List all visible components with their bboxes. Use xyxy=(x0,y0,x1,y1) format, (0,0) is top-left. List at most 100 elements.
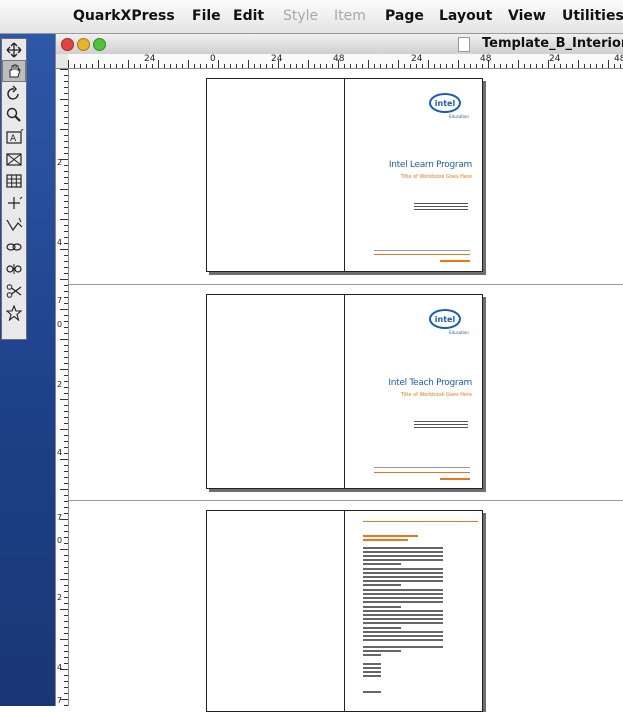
pasteboard[interactable]: intel Education Intel Learn Program Titl… xyxy=(69,69,623,712)
ruler-label: 48 xyxy=(614,54,623,64)
logo-tag: Education xyxy=(449,330,469,335)
star-tool[interactable] xyxy=(3,303,25,323)
right-page[interactable]: intel Education Intel Learn Program Titl… xyxy=(344,78,483,272)
zoom-button[interactable] xyxy=(93,38,106,51)
window-title: Template_B_Interior_A xyxy=(482,36,623,51)
greeked-text-line xyxy=(363,610,443,612)
text-box-tool[interactable]: A xyxy=(3,127,25,147)
ruler-label: 48 xyxy=(480,54,492,64)
menu-layout[interactable]: Layout xyxy=(439,8,492,24)
menu-bar: QuarkXPress File Edit Style Item Page La… xyxy=(0,0,623,34)
ruler-label: 4 xyxy=(57,663,63,672)
ruler-label: 7 xyxy=(57,296,63,305)
workbook-subtitle: Title of Workbook Goes Here xyxy=(400,392,472,398)
greeked-text-line xyxy=(363,551,443,553)
greeked-text-line xyxy=(363,646,443,648)
link-tool[interactable] xyxy=(3,237,25,257)
greeked-text-line xyxy=(363,618,443,620)
menu-edit[interactable]: Edit xyxy=(233,8,264,24)
program-title: Intel Teach Program xyxy=(388,378,472,388)
horizontal-ruler[interactable]: 24 0 24 48 24 48 24 48 xyxy=(68,54,623,69)
picture-box-icon xyxy=(6,153,22,166)
logo-tag: Education xyxy=(449,114,469,119)
greeked-text-line xyxy=(363,606,401,608)
greeked-text-line xyxy=(363,667,381,669)
greeked-text-line xyxy=(363,589,443,591)
greeked-text-line xyxy=(363,631,443,633)
close-button[interactable] xyxy=(61,38,74,51)
table-tool[interactable] xyxy=(3,171,25,191)
intel-logo: intel xyxy=(429,93,461,113)
unlink-tool[interactable] xyxy=(3,259,25,279)
ruler-label: 0 xyxy=(57,536,63,545)
link-icon xyxy=(6,243,22,251)
greeked-text-line xyxy=(363,635,443,637)
left-page[interactable] xyxy=(206,78,345,272)
intel-logo: intel xyxy=(429,309,461,329)
heading-line xyxy=(363,539,408,541)
star-icon xyxy=(6,305,22,321)
menu-page[interactable]: Page xyxy=(385,8,424,24)
ruler-label: 24 xyxy=(271,54,283,64)
ruler-label: 0 xyxy=(210,54,216,64)
greeked-text-line xyxy=(363,614,443,616)
document-icon xyxy=(458,37,470,52)
content-tool[interactable] xyxy=(2,60,26,82)
vertical-ruler[interactable]: 2 4 7 0 2 4 7 0 2 4 7 xyxy=(56,69,69,706)
unlink-icon xyxy=(6,264,22,274)
footer-rule xyxy=(374,467,470,468)
right-page[interactable] xyxy=(344,510,483,712)
magnifier-icon xyxy=(6,107,21,122)
ruler-label: 4 xyxy=(57,448,63,457)
greeked-text-line xyxy=(363,547,443,549)
rotation-tool[interactable] xyxy=(3,83,25,103)
footer-tag xyxy=(440,260,470,262)
zoom-tool[interactable] xyxy=(3,105,25,125)
greeked-text-line xyxy=(363,601,443,603)
ruler-label: 2 xyxy=(57,380,63,389)
menu-file[interactable]: File xyxy=(192,8,221,24)
picture-box-tool[interactable] xyxy=(3,149,25,169)
menu-quarkxpress[interactable]: QuarkXPress xyxy=(73,8,175,24)
workbook-subtitle: Title of Workbook Goes Here xyxy=(400,174,472,180)
ruler-label: 2 xyxy=(57,158,63,167)
text-box-icon: A xyxy=(6,129,24,144)
ruler-label: 4 xyxy=(57,238,63,247)
minimize-button[interactable] xyxy=(77,38,90,51)
greeked-text-line xyxy=(363,597,443,599)
bezier-tool[interactable] xyxy=(3,215,25,235)
footer-orange-rule xyxy=(374,254,470,255)
ruler-label: 2 xyxy=(57,593,63,602)
left-page[interactable] xyxy=(206,510,345,712)
svg-text:A: A xyxy=(10,134,17,144)
greeked-text-line xyxy=(363,593,443,595)
left-page[interactable] xyxy=(206,294,345,489)
greeked-text-line xyxy=(363,584,401,586)
ruler-label: 24 xyxy=(144,54,156,64)
header-orange-rule xyxy=(363,521,478,522)
scissors-tool[interactable] xyxy=(3,281,25,301)
menu-style[interactable]: Style xyxy=(283,8,318,24)
footer-orange-rule xyxy=(374,472,470,473)
line-tool[interactable] xyxy=(3,193,25,213)
greeked-text-line xyxy=(363,691,381,693)
menu-utilities[interactable]: Utilities xyxy=(562,8,623,24)
logo-text: intel xyxy=(434,99,456,108)
text-line xyxy=(414,209,468,210)
hand-icon xyxy=(9,64,21,78)
right-page[interactable]: intel Education Intel Teach Program Titl… xyxy=(344,294,483,489)
text-line xyxy=(414,206,468,207)
pen-icon xyxy=(6,217,23,232)
heading-line xyxy=(363,535,418,537)
scissors-icon xyxy=(6,284,22,298)
rotate-icon xyxy=(7,85,19,100)
greeked-text-line xyxy=(363,568,443,570)
item-tool[interactable] xyxy=(3,40,25,60)
greeked-text-line xyxy=(363,650,401,652)
greeked-text-line xyxy=(363,580,443,582)
greeked-text-line xyxy=(363,572,443,574)
greeked-text-line xyxy=(363,675,381,677)
menu-view[interactable]: View xyxy=(508,8,546,24)
menu-item[interactable]: Item xyxy=(334,8,366,24)
window-title-bar[interactable]: Template_B_Interior_A xyxy=(56,34,623,55)
